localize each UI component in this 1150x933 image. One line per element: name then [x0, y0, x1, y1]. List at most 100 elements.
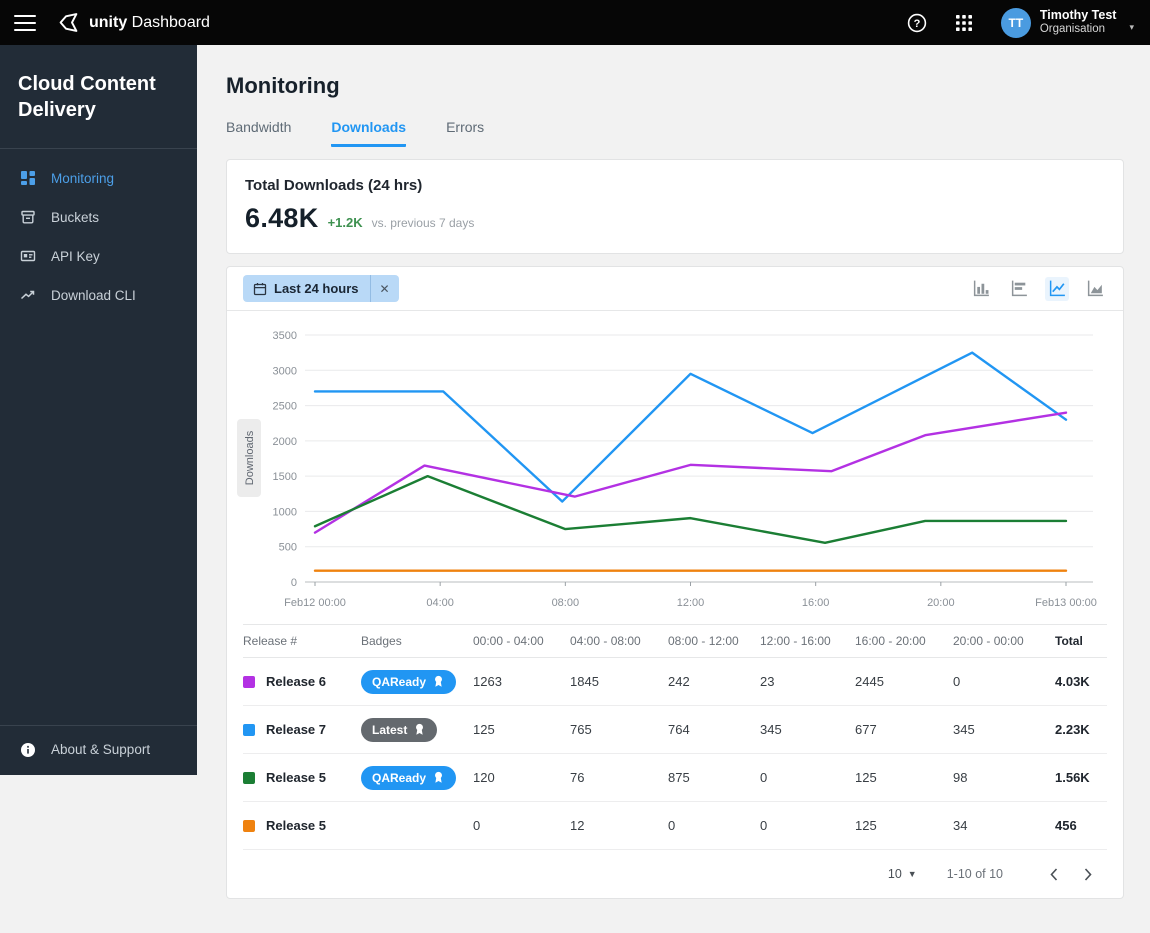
download-count-cell: 125	[855, 770, 953, 785]
column-header: 16:00 - 20:00	[855, 634, 953, 648]
download-count-cell: 0	[668, 818, 760, 833]
series-line-release-5	[315, 476, 1066, 543]
line-chart-icon[interactable]	[1045, 277, 1069, 301]
sidebar-item-api-key[interactable]: API Key	[0, 237, 197, 276]
y-axis-label: Downloads	[244, 430, 256, 485]
next-page-button[interactable]	[1071, 859, 1105, 889]
page-range: 1-10 of 10	[947, 867, 1003, 881]
buckets-icon	[20, 209, 36, 225]
total-cell: 4.03K	[1055, 674, 1107, 689]
sidebar-item-label: Buckets	[51, 210, 99, 225]
axis-tick-label: 500	[279, 542, 297, 554]
tab-errors[interactable]: Errors	[446, 119, 484, 147]
sidebar: Cloud Content Delivery Monitoring Bucket…	[0, 45, 197, 775]
sidebar-item-label: Monitoring	[51, 171, 114, 186]
axis-tick-label: 0	[291, 577, 297, 589]
page-title: Monitoring	[226, 73, 1124, 99]
hamburger-menu-icon[interactable]	[14, 15, 36, 31]
column-header: Total	[1055, 634, 1107, 648]
tab-bandwidth[interactable]: Bandwidth	[226, 119, 291, 147]
user-organisation: Organisation	[1040, 23, 1117, 37]
column-header: 00:00 - 04:00	[473, 634, 570, 648]
download-count-cell: 875	[668, 770, 760, 785]
table-row: Release 5QAReady120768750125981.56K	[243, 754, 1107, 802]
page-size-select[interactable]: 10 ▼	[888, 867, 917, 881]
column-header: 08:00 - 12:00	[668, 634, 760, 648]
axis-tick-label: 16:00	[802, 597, 830, 609]
brand-text: unity Dashboard	[89, 14, 210, 32]
previous-page-button[interactable]	[1037, 859, 1071, 889]
table-row: Release 7Latest1257657643456773452.23K	[243, 706, 1107, 754]
sidebar-item-monitoring[interactable]: Monitoring	[0, 159, 197, 198]
close-icon[interactable]: ✕	[370, 275, 399, 302]
summary-delta: +1.2K	[328, 215, 363, 230]
download-count-cell: 765	[570, 722, 668, 737]
chevron-down-icon: ▾	[1129, 22, 1134, 33]
download-count-cell: 0	[473, 818, 570, 833]
download-count-cell: 2445	[855, 674, 953, 689]
pagination-bar: 10 ▼ 1-10 of 10	[227, 850, 1123, 898]
series-color-swatch	[243, 772, 255, 784]
unity-logo-icon	[58, 11, 81, 34]
sidebar-item-about-support[interactable]: About & Support	[0, 730, 197, 769]
ribbon-icon	[432, 771, 445, 784]
table-row: Release 6QAReady1263184524223244504.03K	[243, 658, 1107, 706]
release-name: Release 5	[266, 818, 326, 833]
summary-title: Total Downloads (24 hrs)	[245, 177, 1105, 194]
download-count-cell: 98	[953, 770, 1055, 785]
ribbon-icon	[432, 675, 445, 688]
table-row: Release 50120012534456	[243, 802, 1107, 850]
download-count-cell: 125	[855, 818, 953, 833]
download-count-cell: 677	[855, 722, 953, 737]
series-line-release-7	[315, 353, 1066, 502]
releases-table: Release #Badges00:00 - 04:0004:00 - 08:0…	[227, 624, 1123, 850]
top-bar: unity Dashboard ? TT Timothy Test Organi…	[0, 0, 1150, 45]
user-menu[interactable]: TT Timothy Test Organisation ▾	[1001, 8, 1134, 38]
apps-grid-icon[interactable]	[955, 14, 973, 32]
download-count-cell: 76	[570, 770, 668, 785]
unity-brand: unity Dashboard	[58, 11, 210, 34]
date-range-chip[interactable]: Last 24 hours ✕	[243, 275, 399, 302]
sidebar-item-download-cli[interactable]: Download CLI	[0, 276, 197, 315]
axis-tick-label: 2000	[273, 436, 297, 448]
bar-chart-icon[interactable]	[969, 277, 993, 301]
downloads-line-chart: 0500100015002000250030003500Feb12 00:000…	[227, 311, 1123, 624]
summary-value: 6.48K	[245, 203, 319, 234]
download-count-cell: 34	[953, 818, 1055, 833]
download-count-cell: 345	[760, 722, 855, 737]
release-name: Release 6	[266, 674, 326, 689]
download-count-cell: 345	[953, 722, 1055, 737]
axis-tick-label: 04:00	[426, 597, 454, 609]
sidebar-item-label: About & Support	[51, 742, 150, 757]
avatar: TT	[1001, 8, 1031, 38]
ribbon-icon	[413, 723, 426, 736]
sidebar-item-buckets[interactable]: Buckets	[0, 198, 197, 237]
downloads-panel: Last 24 hours ✕	[226, 266, 1124, 899]
table-header-row: Release #Badges00:00 - 04:0004:00 - 08:0…	[243, 624, 1107, 658]
axis-tick-label: 20:00	[927, 597, 955, 609]
column-header: 12:00 - 16:00	[760, 634, 855, 648]
api-key-icon	[20, 248, 36, 264]
column-header: 04:00 - 08:00	[570, 634, 668, 648]
help-icon[interactable]: ?	[907, 13, 927, 33]
release-name: Release 5	[266, 770, 326, 785]
download-count-cell: 1845	[570, 674, 668, 689]
tab-downloads[interactable]: Downloads	[331, 119, 406, 147]
axis-tick-label: 08:00	[552, 597, 580, 609]
axis-tick-label: Feb13 00:00	[1035, 597, 1097, 609]
total-cell: 456	[1055, 818, 1107, 833]
total-cell: 1.56K	[1055, 770, 1107, 785]
sidebar-title: Cloud Content Delivery	[0, 45, 197, 148]
area-chart-icon[interactable]	[1083, 277, 1107, 301]
horizontal-bar-chart-icon[interactable]	[1007, 277, 1031, 301]
page-size-value: 10	[888, 867, 902, 881]
axis-tick-label: 1500	[273, 471, 297, 483]
axis-tick-label: Feb12 00:00	[284, 597, 346, 609]
axis-tick-label: 12:00	[677, 597, 705, 609]
axis-tick-label: 3500	[273, 330, 297, 342]
sidebar-item-label: API Key	[51, 249, 100, 264]
axis-tick-label: 1000	[273, 506, 297, 518]
svg-text:?: ?	[913, 18, 920, 30]
download-count-cell: 764	[668, 722, 760, 737]
chevron-down-icon: ▼	[908, 869, 917, 879]
